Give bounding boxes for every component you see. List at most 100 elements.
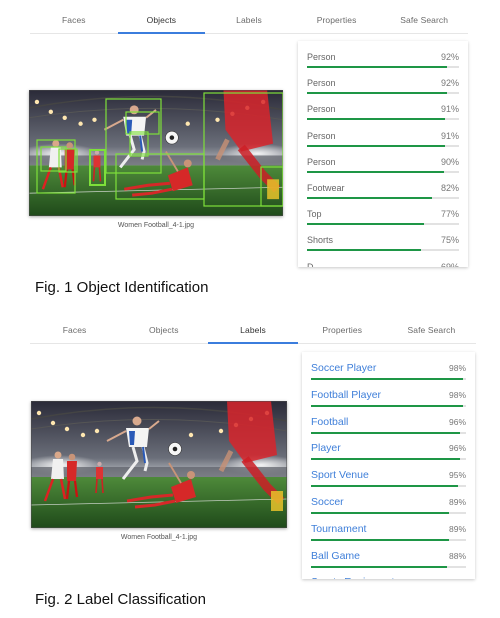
- player-red-shirt: [67, 461, 77, 481]
- confidence-bar-fill: [307, 118, 446, 121]
- confidence-percent: 89%: [448, 523, 466, 534]
- label-link[interactable]: Tournament: [311, 523, 366, 535]
- confidence-bar-fill: [311, 565, 448, 568]
- label-link[interactable]: Ball Game: [311, 550, 360, 562]
- tab-objects[interactable]: Objects: [117, 0, 206, 34]
- tab-faces[interactable]: Faces: [30, 310, 119, 343]
- shirt-stripe: [129, 431, 135, 445]
- confidence-percent: 92%: [440, 78, 459, 89]
- bounding-box-distant-player[interactable]: [89, 149, 106, 186]
- label-link[interactable]: Football: [311, 416, 348, 428]
- confidence-percent: 91%: [440, 130, 459, 141]
- bounding-box-sliding-player[interactable]: [115, 153, 205, 200]
- label-link[interactable]: Soccer: [311, 496, 344, 508]
- stadium-light: [36, 410, 42, 416]
- player-head: [68, 453, 76, 461]
- tab-faces[interactable]: Faces: [30, 0, 118, 33]
- bounding-box-left-top[interactable]: [40, 146, 67, 172]
- soccer-photo: [31, 401, 287, 528]
- bounding-box-shorts[interactable]: [129, 131, 149, 157]
- distant-player: [96, 467, 103, 479]
- result-row[interactable]: Person 91%: [307, 131, 459, 157]
- foreground-player-boot: [271, 491, 283, 511]
- bounding-box-jumping-player[interactable]: [105, 98, 162, 174]
- jumping-player-shirt: [126, 428, 149, 447]
- confidence-bar-track: [311, 404, 466, 407]
- result-row[interactable]: Person 92%: [307, 52, 459, 78]
- confidence-bar-fill: [307, 144, 446, 147]
- bounding-box-top[interactable]: [125, 111, 160, 135]
- result-row[interactable]: Soccer Player 98%: [311, 362, 466, 389]
- confidence-percent: 92%: [440, 52, 459, 62]
- result-row[interactable]: Football 96%: [311, 416, 466, 443]
- bounding-box-foreground-player[interactable]: [203, 92, 283, 207]
- label-link[interactable]: Football Player: [311, 389, 381, 401]
- tab-safe-search[interactable]: Safe Search: [380, 0, 468, 33]
- figure-title: Fig. 1 Object Identification: [35, 279, 209, 296]
- confidence-percent: 86%: [449, 577, 466, 579]
- confidence-percent: 95%: [448, 470, 466, 481]
- stadium-light: [50, 420, 56, 426]
- bounding-boxes-overlay: [36, 92, 283, 207]
- confidence-percent: 88%: [448, 550, 466, 561]
- results-list[interactable]: Person 92% Person 92% Person 91% Person 91% Pers…: [298, 41, 468, 267]
- result-row[interactable]: Person 92%: [307, 78, 459, 104]
- result-row[interactable]: Footwear 82%: [307, 183, 459, 209]
- object-name: Person: [307, 52, 336, 62]
- confidence-bar-track: [311, 431, 466, 434]
- confidence-percent: 98%: [448, 389, 466, 400]
- result-row[interactable]: Soccer 89%: [311, 496, 466, 523]
- player-head: [97, 461, 102, 467]
- result-row[interactable]: Person 91%: [307, 104, 459, 130]
- result-row[interactable]: Person 90%: [307, 157, 459, 183]
- confidence-bar-track: [307, 66, 459, 68]
- confidence-bar-fill: [311, 512, 449, 514]
- result-row[interactable]: Tournament 89%: [311, 523, 466, 550]
- result-row[interactable]: Top 77%: [307, 209, 459, 235]
- tab-labels[interactable]: Labels: [205, 0, 293, 33]
- confidence-percent: 96%: [448, 416, 466, 427]
- label-link[interactable]: Player: [311, 442, 341, 454]
- result-row[interactable]: Player 96%: [311, 442, 466, 469]
- bounding-box-footwear[interactable]: [260, 166, 283, 207]
- object-name: Shorts: [307, 235, 334, 246]
- object-name: Person: [307, 104, 336, 115]
- confidence-bar-fill: [307, 197, 432, 199]
- confidence-bar-fill: [311, 404, 463, 407]
- object-name: Person: [307, 78, 336, 89]
- confidence-bar-fill: [307, 223, 425, 226]
- label-link[interactable]: Sports Equipment: [311, 576, 394, 579]
- tab-safe-search[interactable]: Safe Search: [387, 310, 476, 343]
- image-caption: Women Football_4-1.jpg: [120, 534, 198, 541]
- figure-object-identification: Faces Objects Labels Properties Safe Sea…: [0, 0, 500, 310]
- figure-title: Fig. 2 Label Classification: [35, 591, 206, 608]
- result-row[interactable]: Sports Equipment 86%: [311, 576, 466, 579]
- confidence-bar-track: [311, 485, 466, 488]
- bounding-box-left-player-2[interactable]: [58, 148, 78, 173]
- confidence-bar-fill: [307, 249, 421, 252]
- confidence-bar-fill: [311, 485, 459, 488]
- tab-properties[interactable]: Properties: [293, 0, 381, 33]
- confidence-percent: 82%: [440, 183, 459, 193]
- result-row[interactable]: Sport Venue 95%: [311, 469, 466, 496]
- result-row[interactable]: Shorts 75%: [307, 235, 459, 261]
- confidence-bar-fill: [307, 170, 444, 173]
- label-link[interactable]: Soccer Player: [311, 362, 376, 374]
- confidence-bar-fill: [307, 66, 447, 68]
- tab-properties[interactable]: Properties: [298, 310, 387, 343]
- stadium-light: [64, 426, 70, 432]
- stadium-light: [188, 432, 194, 438]
- tab-objects[interactable]: Objects: [119, 310, 208, 343]
- object-name: Person: [307, 130, 336, 141]
- result-row[interactable]: D 69%: [307, 262, 459, 267]
- stadium-light: [218, 428, 224, 434]
- tab-labels[interactable]: Labels: [208, 310, 298, 344]
- label-link[interactable]: Sport Venue: [311, 469, 369, 481]
- object-name: Footwear: [307, 183, 345, 193]
- confidence-percent: 90%: [440, 156, 459, 167]
- results-list[interactable]: Soccer Player 98% Football Player 98% Footba…: [302, 352, 475, 579]
- result-row[interactable]: Ball Game 88%: [311, 550, 466, 577]
- result-row[interactable]: Football Player 98%: [311, 389, 466, 416]
- confidence-bar-fill: [311, 458, 460, 461]
- bounding-box-left-player[interactable]: [36, 139, 76, 194]
